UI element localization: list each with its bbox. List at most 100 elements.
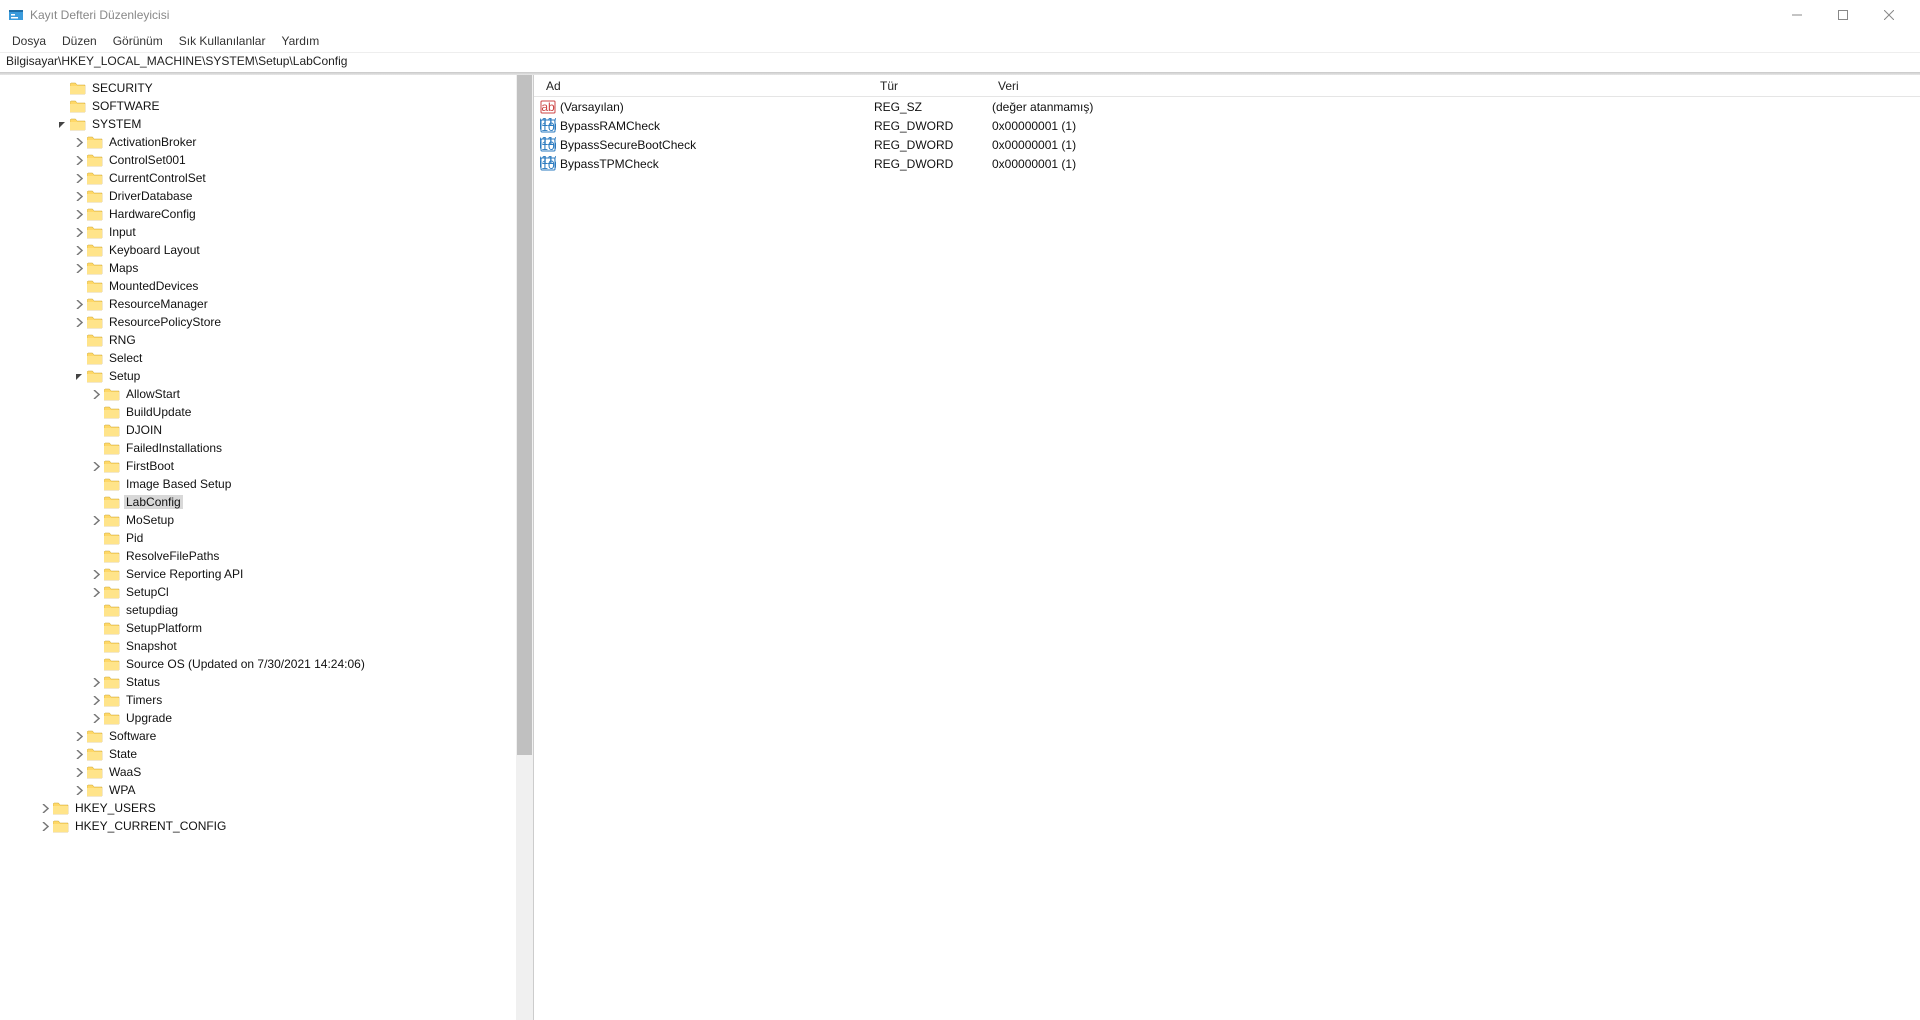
tree-node[interactable]: CurrentControlSet — [0, 169, 533, 187]
col-header-name[interactable]: Ad — [540, 77, 874, 95]
tree-node[interactable]: MoSetup — [0, 511, 533, 529]
tree-node[interactable]: State — [0, 745, 533, 763]
regedit-app-icon — [8, 7, 24, 23]
tree-node[interactable]: SOFTWARE — [0, 97, 533, 115]
col-header-type[interactable]: Tür — [874, 77, 992, 95]
chevron-right-icon[interactable] — [73, 136, 85, 148]
tree-node[interactable]: MountedDevices — [0, 277, 533, 295]
chevron-down-icon[interactable] — [73, 370, 85, 382]
chevron-right-icon[interactable] — [39, 820, 51, 832]
value-row[interactable]: 0111100100BypassTPMCheckREG_DWORD0x00000… — [534, 154, 1920, 173]
tree-node[interactable]: Status — [0, 673, 533, 691]
chevron-right-icon[interactable] — [73, 262, 85, 274]
tree-node[interactable]: ResourceManager — [0, 295, 533, 313]
chevron-right-icon[interactable] — [73, 748, 85, 760]
tree-node[interactable]: Pid — [0, 529, 533, 547]
chevron-right-icon[interactable] — [73, 766, 85, 778]
chevron-right-icon[interactable] — [73, 154, 85, 166]
chevron-right-icon[interactable] — [90, 388, 102, 400]
tree-node[interactable]: setupdiag — [0, 601, 533, 619]
close-button[interactable] — [1866, 0, 1912, 30]
chevron-right-icon[interactable] — [73, 226, 85, 238]
tree-node[interactable]: BuildUpdate — [0, 403, 533, 421]
tree-node[interactable]: Snapshot — [0, 637, 533, 655]
chevron-right-icon[interactable] — [73, 298, 85, 310]
chevron-right-icon[interactable] — [39, 802, 51, 814]
menu-file[interactable]: Dosya — [4, 32, 54, 50]
chevron-right-icon[interactable] — [73, 208, 85, 220]
tree-node[interactable]: HKEY_USERS — [0, 799, 533, 817]
reg-dword-icon: 0111100100 — [540, 118, 556, 134]
chevron-right-icon[interactable] — [90, 712, 102, 724]
menu-help[interactable]: Yardım — [273, 32, 327, 50]
tree-node-label: Keyboard Layout — [107, 243, 202, 257]
tree-node[interactable]: Upgrade — [0, 709, 533, 727]
folder-icon — [87, 262, 103, 275]
folder-icon — [70, 118, 86, 131]
folder-icon — [104, 532, 120, 545]
chevron-right-icon[interactable] — [90, 676, 102, 688]
tree-node[interactable]: ControlSet001 — [0, 151, 533, 169]
value-row[interactable]: 0111100100BypassRAMCheckREG_DWORD0x00000… — [534, 116, 1920, 135]
tree-node[interactable]: HKEY_CURRENT_CONFIG — [0, 817, 533, 835]
address-bar[interactable]: Bilgisayar\HKEY_LOCAL_MACHINE\SYSTEM\Set… — [0, 52, 1920, 72]
scrollbar-thumb[interactable] — [517, 75, 532, 755]
menu-edit[interactable]: Düzen — [54, 32, 105, 50]
chevron-right-icon[interactable] — [73, 244, 85, 256]
maximize-button[interactable] — [1820, 0, 1866, 30]
chevron-right-icon[interactable] — [73, 172, 85, 184]
registry-tree[interactable]: SECURITYSOFTWARESYSTEMActivationBrokerCo… — [0, 75, 533, 1020]
tree-node[interactable]: DriverDatabase — [0, 187, 533, 205]
tree-node[interactable]: SetupCl — [0, 583, 533, 601]
menu-bar: Dosya Düzen Görünüm Sık Kullanılanlar Ya… — [0, 30, 1920, 52]
chevron-right-icon[interactable] — [90, 460, 102, 472]
tree-node[interactable]: FailedInstallations — [0, 439, 533, 457]
col-header-data[interactable]: Veri — [992, 77, 1920, 95]
tree-node[interactable]: FirstBoot — [0, 457, 533, 475]
tree-node[interactable]: WPA — [0, 781, 533, 799]
tree-node-label: FirstBoot — [124, 459, 176, 473]
tree-node[interactable]: SYSTEM — [0, 115, 533, 133]
tree-node[interactable]: Keyboard Layout — [0, 241, 533, 259]
chevron-right-icon[interactable] — [90, 694, 102, 706]
tree-node[interactable]: Select — [0, 349, 533, 367]
tree-node[interactable]: Software — [0, 727, 533, 745]
value-row[interactable]: 0111100100BypassSecureBootCheckREG_DWORD… — [534, 135, 1920, 154]
tree-node[interactable]: SECURITY — [0, 79, 533, 97]
tree-node[interactable]: ActivationBroker — [0, 133, 533, 151]
menu-view[interactable]: Görünüm — [105, 32, 171, 50]
tree-node[interactable]: Source OS (Updated on 7/30/2021 14:24:06… — [0, 655, 533, 673]
chevron-right-icon[interactable] — [73, 190, 85, 202]
tree-scrollbar[interactable] — [516, 75, 533, 1020]
tree-node[interactable]: RNG — [0, 331, 533, 349]
tree-node[interactable]: DJOIN — [0, 421, 533, 439]
tree-node[interactable]: Maps — [0, 259, 533, 277]
minimize-button[interactable] — [1774, 0, 1820, 30]
chevron-right-icon[interactable] — [73, 784, 85, 796]
chevron-right-icon[interactable] — [90, 568, 102, 580]
chevron-right-icon[interactable] — [90, 514, 102, 526]
folder-icon — [87, 748, 103, 761]
tree-node[interactable]: ResolveFilePaths — [0, 547, 533, 565]
tree-node[interactable]: SetupPlatform — [0, 619, 533, 637]
chevron-right-icon[interactable] — [73, 316, 85, 328]
tree-node[interactable]: Timers — [0, 691, 533, 709]
chevron-right-icon[interactable] — [73, 730, 85, 742]
tree-node[interactable]: LabConfig — [0, 493, 533, 511]
folder-icon — [104, 568, 120, 581]
tree-node[interactable]: Image Based Setup — [0, 475, 533, 493]
tree-node[interactable]: Input — [0, 223, 533, 241]
tree-node[interactable]: HardwareConfig — [0, 205, 533, 223]
tree-node[interactable]: Service Reporting API — [0, 565, 533, 583]
tree-node[interactable]: Setup — [0, 367, 533, 385]
tree-node[interactable]: AllowStart — [0, 385, 533, 403]
tree-node-label: CurrentControlSet — [107, 171, 208, 185]
menu-favorites[interactable]: Sık Kullanılanlar — [171, 32, 274, 50]
chevron-right-icon[interactable] — [90, 586, 102, 598]
tree-node[interactable]: ResourcePolicyStore — [0, 313, 533, 331]
tree-node[interactable]: WaaS — [0, 763, 533, 781]
value-row[interactable]: ab(Varsayılan)REG_SZ(değer atanmamış) — [534, 97, 1920, 116]
folder-icon — [104, 622, 120, 635]
chevron-down-icon[interactable] — [56, 118, 68, 130]
tree-node-label: ResolveFilePaths — [124, 549, 221, 563]
